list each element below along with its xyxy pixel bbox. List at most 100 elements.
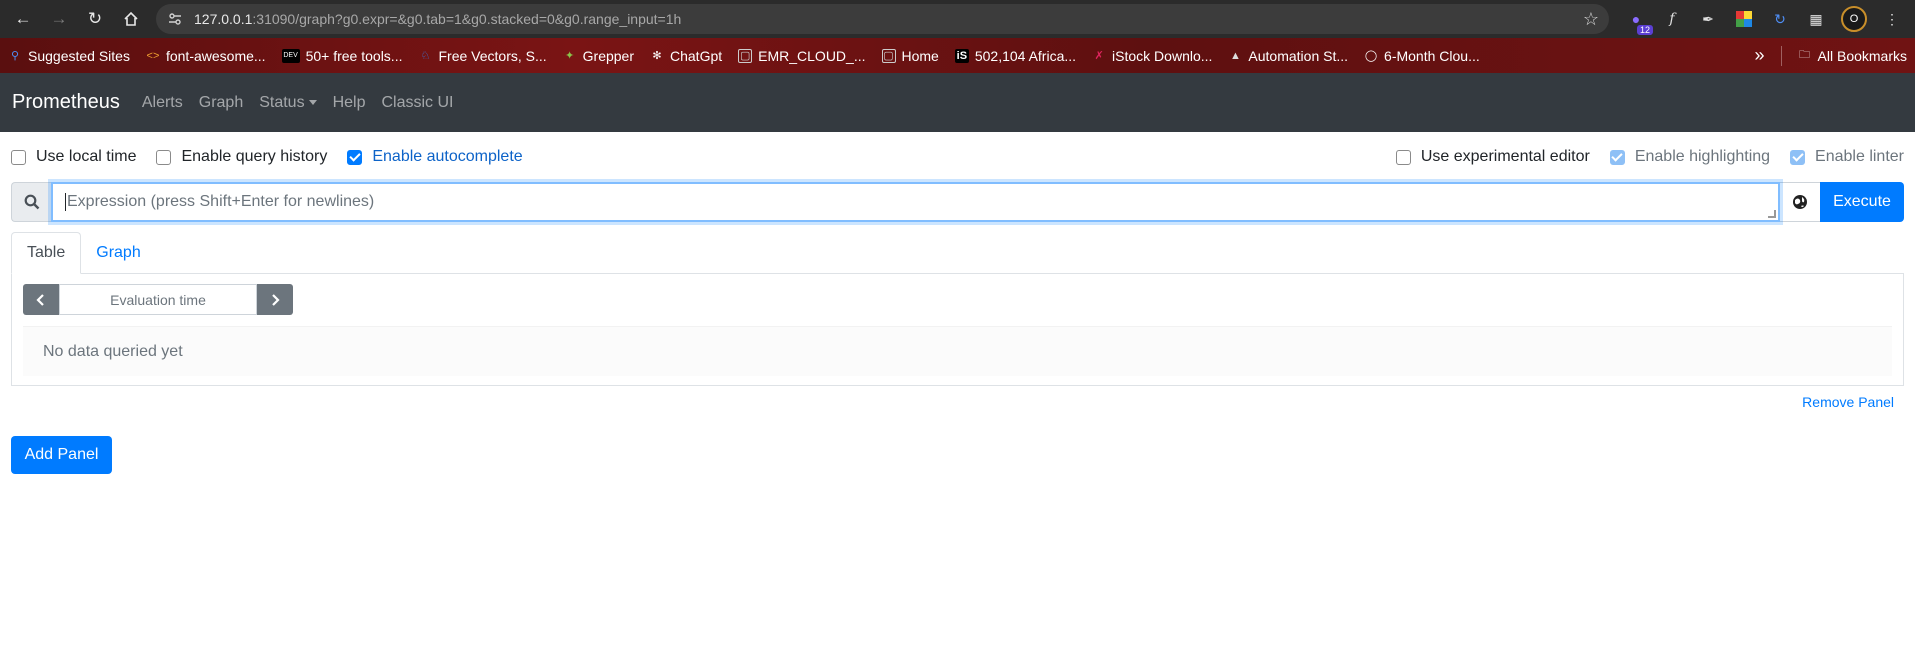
bookmark-item[interactable]: ▢ Home: [881, 47, 939, 64]
eyedropper-icon[interactable]: ✒: [1697, 8, 1719, 30]
istock-icon: ✗: [1094, 50, 1104, 62]
url-host: 127.0.0.1: [194, 11, 253, 27]
tab-table[interactable]: Table: [11, 232, 82, 274]
bookmark-item[interactable]: <> font-awesome...: [146, 48, 266, 64]
bookmark-label: Home: [901, 47, 939, 64]
nav-graph[interactable]: Graph: [199, 94, 243, 112]
nav-status-dropdown[interactable]: Status: [259, 93, 317, 112]
nav-help[interactable]: Help: [333, 94, 366, 112]
bookmark-item[interactable]: ✗ iStock Downlo...: [1092, 48, 1212, 64]
enable-highlighting-option[interactable]: Enable highlighting: [1609, 148, 1771, 166]
color-extension-icon[interactable]: [1733, 8, 1755, 30]
tab-graph[interactable]: Graph: [81, 232, 155, 273]
avatar[interactable]: O: [1841, 6, 1867, 32]
nav-classic-ui[interactable]: Classic UI: [381, 94, 453, 112]
bookmark-item[interactable]: ✦ Grepper: [563, 48, 634, 64]
enable-highlighting-checkbox[interactable]: [1609, 149, 1625, 165]
bookmark-item[interactable]: DEV 50+ free tools...: [281, 47, 403, 64]
dev-icon: DEV: [281, 48, 300, 63]
bookmark-label: 6-Month Clou...: [1384, 47, 1480, 64]
use-local-time-checkbox[interactable]: [11, 149, 26, 165]
app-navbar: Prometheus Alerts Graph Status Help Clas…: [0, 73, 1915, 132]
expression-row: Expression (press Shift+Enter for newlin…: [11, 182, 1904, 222]
evaluation-time-control: Evaluation time: [23, 284, 293, 315]
enable-query-history-checkbox[interactable]: [156, 149, 172, 165]
expression-placeholder: Expression (press Shift+Enter for newlin…: [67, 193, 375, 210]
use-experimental-editor-checkbox[interactable]: [1395, 149, 1411, 165]
more-bookmarks-icon[interactable]: »: [1755, 45, 1765, 66]
use-local-time-option[interactable]: Use local time: [11, 148, 136, 166]
grepper-icon: ✦: [565, 50, 575, 62]
folder-icon: 🗀: [1799, 49, 1811, 61]
enable-autocomplete-label: Enable autocomplete: [372, 148, 523, 165]
enable-linter-checkbox[interactable]: [1790, 149, 1806, 165]
image-icon: ▢: [738, 48, 753, 63]
enable-highlighting-label: Enable highlighting: [1634, 148, 1771, 165]
back-icon[interactable]: ←: [8, 4, 38, 34]
sync-extension-icon[interactable]: ↻: [1769, 8, 1791, 30]
bookmark-item[interactable]: ▢ EMR_CLOUD_...: [738, 47, 866, 64]
search-icon: ⚲: [10, 50, 20, 62]
use-experimental-editor-label: Use experimental editor: [1420, 148, 1590, 165]
menu-kebab-icon[interactable]: ⋮: [1881, 8, 1903, 30]
enable-query-history-option[interactable]: Enable query history: [156, 148, 327, 166]
all-bookmarks[interactable]: 🗀 All Bookmarks: [1798, 48, 1907, 64]
enable-linter-option[interactable]: Enable linter: [1790, 148, 1904, 166]
add-panel-button[interactable]: Add Panel: [11, 436, 112, 474]
reload-icon[interactable]: ↻: [80, 4, 110, 34]
use-experimental-editor-option[interactable]: Use experimental editor: [1395, 148, 1590, 166]
previous-time-button[interactable]: [23, 284, 59, 315]
bookmark-item[interactable]: ♘ Free Vectors, S...: [418, 47, 547, 64]
bookmark-label: Suggested Sites: [28, 47, 130, 64]
bookmark-item[interactable]: ⚲ Suggested Sites: [8, 48, 130, 64]
image-icon: ▢: [881, 48, 896, 63]
bookmark-item[interactable]: ◯ 6-Month Clou...: [1364, 48, 1480, 64]
nav-alerts[interactable]: Alerts: [142, 94, 183, 112]
istock-icon: iS: [954, 48, 969, 63]
fx-extension-icon[interactable]: f: [1661, 8, 1683, 30]
bookmarks-divider: [1780, 45, 1782, 66]
panel-tabs: Table Graph: [11, 232, 1904, 274]
bookmark-item[interactable]: ▲ Automation St...: [1228, 48, 1348, 64]
chevron-down-icon: [308, 100, 317, 105]
evaluation-time-input[interactable]: Evaluation time: [59, 284, 257, 315]
bookmark-item[interactable]: ✻ ChatGpt: [650, 48, 722, 64]
execute-button[interactable]: Execute: [1820, 182, 1904, 222]
bookmark-label: 50+ free tools...: [305, 47, 403, 64]
bookmark-item[interactable]: iS 502,104 Africa...: [954, 47, 1077, 64]
remove-panel-link[interactable]: Remove Panel: [1802, 394, 1894, 410]
bookmark-label: font-awesome...: [165, 47, 266, 64]
circle-icon: ◯: [1364, 50, 1378, 62]
bookmark-label: iStock Downlo...: [1112, 47, 1213, 64]
text-cursor: [65, 193, 66, 211]
bookmark-star-icon[interactable]: ☆: [1583, 9, 1599, 30]
resize-handle[interactable]: [1768, 210, 1776, 218]
bookmark-label: Automation St...: [1248, 47, 1349, 64]
query-options: Use local time Enable query history Enab…: [0, 132, 1915, 182]
table-panel: Evaluation time No data queried yet: [11, 274, 1904, 386]
expression-input[interactable]: Expression (press Shift+Enter for newlin…: [51, 182, 1780, 222]
bookmark-label: Free Vectors, S...: [438, 47, 547, 64]
no-data-message: No data queried yet: [23, 326, 1892, 376]
extension-badge: 12: [1636, 25, 1653, 35]
nav-status-label: Status: [259, 93, 305, 111]
enable-autocomplete-option[interactable]: Enable autocomplete: [347, 148, 523, 166]
all-bookmarks-label: All Bookmarks: [1817, 47, 1907, 64]
bookmark-label: ChatGpt: [670, 47, 723, 64]
enable-autocomplete-checkbox[interactable]: [347, 149, 363, 165]
bookmark-label: EMR_CLOUD_...: [758, 47, 866, 64]
next-time-button[interactable]: [257, 284, 293, 315]
site-info-icon[interactable]: [166, 10, 184, 28]
forward-icon[interactable]: →: [44, 4, 74, 34]
address-bar[interactable]: 127.0.0.1:31090/graph?g0.expr=&g0.tab=1&…: [156, 4, 1609, 34]
brand-link[interactable]: Prometheus: [12, 91, 120, 114]
puzzle-extensions-icon[interactable]: ▦: [1805, 8, 1827, 30]
metrics-explorer-globe-icon[interactable]: [1780, 182, 1820, 222]
bookmark-label: Grepper: [582, 47, 634, 64]
triangle-icon: ▲: [1229, 49, 1241, 62]
bookmark-label: 502,104 Africa...: [974, 47, 1077, 64]
use-local-time-label: Use local time: [36, 148, 137, 165]
extension-icon[interactable]: ● 12: [1625, 8, 1653, 35]
code-icon: <>: [146, 49, 160, 62]
home-icon[interactable]: [116, 4, 146, 34]
